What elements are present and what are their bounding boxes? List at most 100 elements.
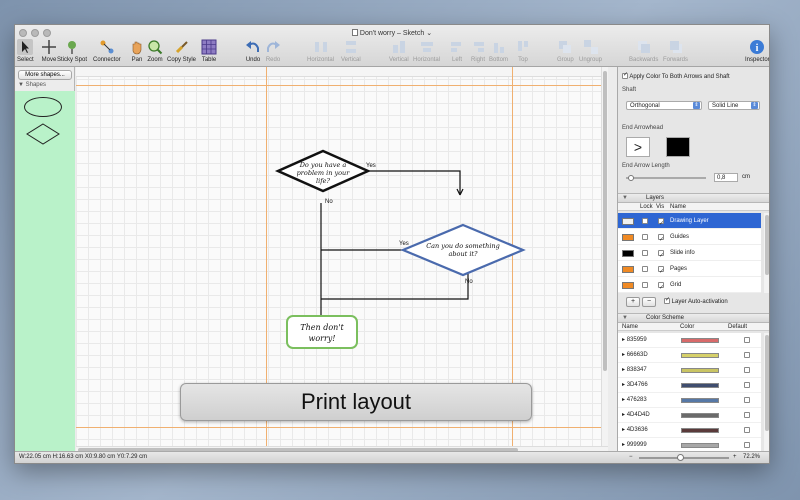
color-scheme-header[interactable]: ▼ Color Scheme [618,313,769,323]
color-swatch-bar[interactable] [681,413,719,418]
tool-pan[interactable]: Pan [129,39,145,63]
shaft-line-select[interactable]: Solid Line ⇕ [708,101,760,110]
tool-redo[interactable]: Redo [265,39,281,63]
tool-forwards[interactable]: Forwards [663,39,688,63]
layer-lock-checkbox[interactable] [642,218,648,224]
color-default-checkbox[interactable] [744,412,750,418]
layer-lock-checkbox[interactable] [642,266,648,272]
color-default-checkbox[interactable] [744,427,750,433]
tool-align-horizontal[interactable]: Horizontal [413,39,440,63]
shaft-style-select[interactable]: Orthogonal ⇕ [626,101,702,110]
color-swatch-bar[interactable] [681,353,719,358]
shapes-section-header[interactable]: ▼ Shapes [15,82,75,88]
tool-zoom[interactable]: Zoom [147,39,163,63]
color-swatch-bar[interactable] [681,443,719,448]
color-swatch-bar[interactable] [681,398,719,403]
color-scheme-row[interactable]: ▸ 4D4D4D [618,408,761,423]
color-swatch-bar[interactable] [681,368,719,373]
color-scheme-row[interactable]: ▸ 476283 [618,393,761,408]
colors-scrollbar[interactable] [764,333,769,451]
decision-problem[interactable]: Do you have a problem in your life? [274,149,372,193]
layer-color-swatch[interactable] [622,282,634,289]
layer-visible-checkbox[interactable] [658,280,664,296]
layer-lock-checkbox[interactable] [642,282,648,288]
decision-can-do[interactable]: Can you do something about it? [400,223,526,277]
layer-color-swatch[interactable] [622,266,634,273]
color-scheme-row[interactable]: ▸ 4D3636 [618,423,761,438]
scroll-thumb[interactable] [603,71,607,371]
tool-group[interactable]: Group [557,39,574,63]
slider-knob[interactable] [677,454,684,461]
zoom-in-icon[interactable]: + [733,452,737,463]
color-scheme-row[interactable]: ▸ 838347 [618,363,761,378]
tool-backwards[interactable]: Backwards [629,39,658,63]
tool-align-top[interactable]: Top [515,39,531,63]
color-default-checkbox[interactable] [744,337,750,343]
tool-sticky-spot[interactable]: Sticky Spot [57,39,87,63]
more-shapes-button[interactable]: More shapes... [18,70,72,80]
layer-color-swatch[interactable] [622,218,634,225]
scroll-thumb[interactable] [765,335,769,431]
add-layer-button[interactable]: + [626,297,640,307]
apply-both-row[interactable]: Apply Color To Both Arrows and Shaft [622,71,767,80]
layer-visible-checkbox[interactable] [658,264,664,280]
layer-lock-checkbox[interactable] [642,250,648,256]
zoom-level: 72.2% [743,454,761,460]
tool-distribute-horizontal[interactable]: Horizontal [307,39,334,63]
color-default-checkbox[interactable] [744,442,750,448]
color-scheme-row[interactable]: ▸ 3D4766 [618,378,761,393]
tool-distribute-vertical[interactable]: Vertical [341,39,361,63]
arrow-length-field[interactable]: 0,8 [714,173,738,182]
tool-table[interactable]: Table [201,39,217,63]
layer-row[interactable]: Pages [618,261,761,280]
slider-knob[interactable] [628,175,634,181]
tool-connector[interactable]: Connector [93,39,121,63]
zoom-slider[interactable] [639,454,729,461]
layer-row[interactable]: Drawing Layer [618,213,761,232]
arrowhead-color-well[interactable] [666,137,690,157]
layer-row[interactable]: Grid [618,277,761,296]
color-default-checkbox[interactable] [744,382,750,388]
tool-align-left[interactable]: Left [449,39,465,63]
color-default-checkbox[interactable] [744,397,750,403]
tool-align-right[interactable]: Right [470,39,486,63]
remove-layer-button[interactable]: − [642,297,656,307]
color-swatch-bar[interactable] [681,383,719,388]
color-scheme-row[interactable]: ▸ 66663D [618,348,761,363]
tool-undo[interactable]: Undo [245,39,261,63]
ellipse-shape[interactable] [24,97,62,117]
layer-row[interactable]: Slide info [618,245,761,264]
arrow-length-slider[interactable] [626,177,706,179]
layers-scrollbar[interactable] [764,213,769,293]
color-default-checkbox[interactable] [744,352,750,358]
layer-auto-checkbox[interactable] [664,296,670,304]
color-scheme-row[interactable]: ▸ 835959 [618,333,761,348]
arrowhead-style-well[interactable]: > [626,137,650,157]
color-swatch-bar[interactable] [681,338,719,343]
layer-lock-checkbox[interactable] [642,234,648,240]
canvas-vertical-scrollbar[interactable] [601,67,608,446]
color-default-checkbox[interactable] [744,367,750,373]
layer-color-swatch[interactable] [622,250,634,257]
result-dont-worry[interactable]: Then don't worry! [286,315,358,349]
layer-visible-checkbox[interactable] [658,248,664,264]
tool-select[interactable]: Select [17,39,34,63]
layer-row[interactable]: Guides [618,229,761,248]
tool-copy-style[interactable]: Copy Style [167,39,196,63]
layer-auto-row[interactable]: Layer Auto-activation [664,296,728,305]
apply-both-checkbox[interactable] [622,71,628,79]
color-swatch-bar[interactable] [681,428,719,433]
tool-ungroup[interactable]: Ungroup [579,39,602,63]
tool-align-vertical[interactable]: Vertical [389,39,409,63]
tool-align-bottom[interactable]: Bottom [489,39,508,63]
drawing-canvas[interactable]: Do you have a problem in your life? Can … [76,67,608,453]
layer-visible-checkbox[interactable] [658,232,664,248]
tool-move[interactable]: Move [41,39,57,63]
diamond-shape[interactable] [26,123,60,145]
layer-visible-checkbox[interactable] [658,216,664,232]
scroll-thumb[interactable] [765,215,769,275]
layer-color-swatch[interactable] [622,234,634,241]
layers-header[interactable]: ▼ Layers [618,193,769,203]
zoom-out-icon[interactable]: − [629,452,633,463]
tool-inspector[interactable]: i Inspector [745,39,769,63]
